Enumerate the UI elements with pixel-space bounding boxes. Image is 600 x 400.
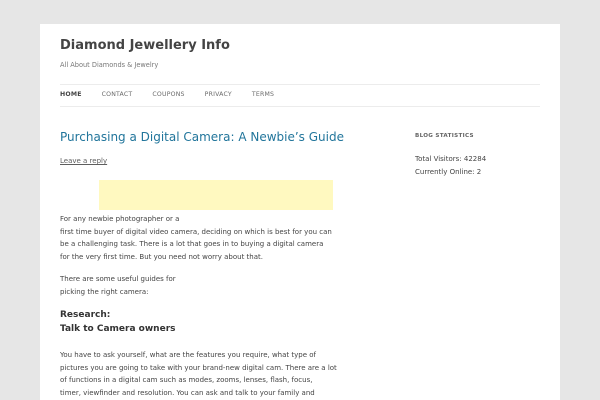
research-line: of functions in a digital cam such as mo… [60,376,313,384]
intro-paragraph: For any newbie photographer or a first t… [60,213,340,263]
guides-line: There are some useful guides for [60,275,176,283]
research-line: You have to ask yourself, what are the f… [60,351,316,359]
talk-to-owners-heading: Talk to Camera owners [60,324,176,334]
nav-divider-top [60,84,540,85]
total-visitors: Total Visitors: 42284 [415,155,487,163]
blog-statistics-title: BLOG STATISTICS [415,133,474,139]
guides-line: picking the right camera: [60,287,149,296]
nav-item-home[interactable]: HOME [60,91,82,101]
intro-line: be a challenging task. There is a lot th… [60,240,324,248]
nav-item-privacy[interactable]: PRIVACY [205,91,232,101]
guides-paragraph: There are some useful guides for picking… [60,273,340,298]
post-title-link[interactable]: Purchasing a Digital Camera: A Newbie’s … [60,130,344,144]
currently-online: Currently Online: 2 [415,168,482,176]
research-heading: Research: [60,310,111,320]
nav-item-contact[interactable]: CONTACT [102,91,133,101]
nav-divider-bottom [60,106,540,107]
ad-placeholder [99,180,333,210]
intro-line: For any newbie photographer or a [60,215,180,223]
research-line: timer, viewfinder and resolution. You ca… [60,388,315,397]
nav-item-coupons[interactable]: COUPONS [152,91,184,101]
page-container: Diamond Jewellery Info All About Diamond… [40,24,560,400]
intro-line: for the very first time. But you need no… [60,252,263,261]
research-paragraph: You have to ask yourself, what are the f… [60,349,340,399]
intro-line: first time buyer of digital video camera… [60,227,332,236]
site-title[interactable]: Diamond Jewellery Info [60,38,230,53]
nav-item-terms[interactable]: TERMS [252,91,274,101]
leave-reply-link[interactable]: Leave a reply [60,157,107,165]
research-line: pictures you are going to take with your… [60,363,337,372]
site-description: All About Diamonds & Jewelry [60,61,159,69]
main-navigation: HOME CONTACT COUPONS PRIVACY TERMS [60,91,294,101]
